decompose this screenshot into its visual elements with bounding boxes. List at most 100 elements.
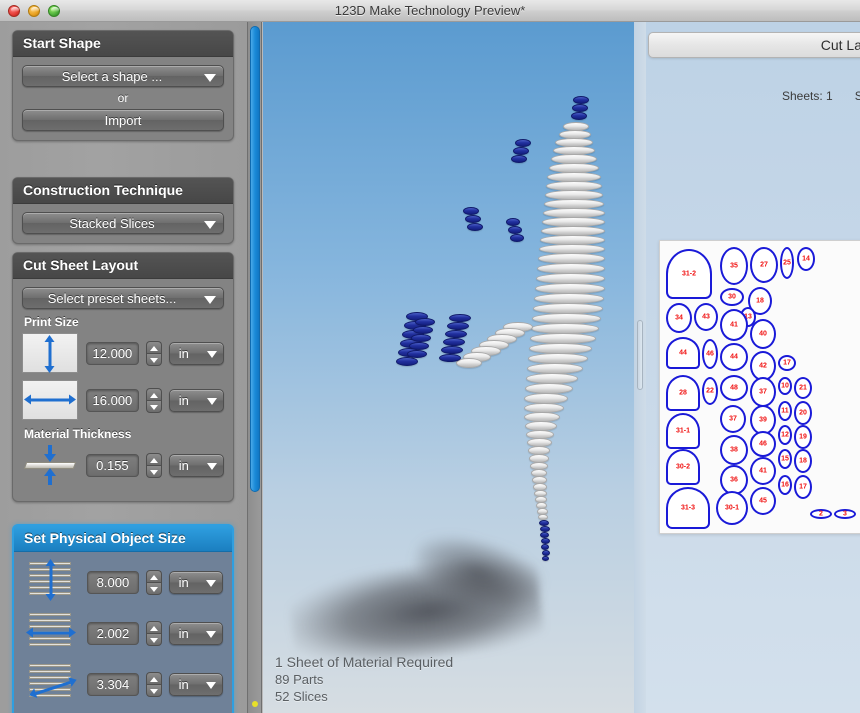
cut-part[interactable]: 44 [666,337,700,369]
preset-sheets-dropdown[interactable]: Select preset sheets... [22,287,224,309]
cut-part[interactable]: 16 [778,475,792,495]
technique-select-dropdown[interactable]: Stacked Slices [22,212,224,234]
material-thickness-input[interactable]: 0.155 [86,453,139,477]
cut-part-label: 21 [799,384,807,392]
cut-part-label: 46 [706,350,714,358]
object-height-stepper[interactable] [145,569,162,595]
material-thickness-unit-dropdown[interactable]: in [168,453,224,477]
model-slice [573,96,589,104]
cut-part[interactable]: 35 [720,247,748,285]
stepper-up-icon[interactable] [145,387,162,400]
cut-part-label: 31-1 [675,427,690,435]
stepper-down-icon[interactable] [145,352,162,366]
print-height-unit-dropdown[interactable]: in [168,341,224,365]
object-depth-unit-value: in [178,676,189,692]
cut-part[interactable]: 37 [750,377,776,407]
import-button[interactable]: Import [22,109,224,131]
cut-sheet-preview[interactable]: 31-2 35 27 25 14 30 18 13 34 43 41 40 44 46 44 42 17 28 22… [659,240,860,534]
vertical-arrow-icon [22,333,78,373]
cut-part-label: 30-1 [724,504,739,512]
cut-part[interactable]: 11 [778,401,792,421]
model-viewport[interactable]: 1 Sheet of Material Required 89 Parts 52… [263,22,634,713]
shape-select-dropdown[interactable]: Select a shape ... [22,65,224,87]
cut-part[interactable]: 2 [810,509,832,519]
stepper-down-icon[interactable] [145,632,162,646]
print-height-stepper[interactable] [145,340,162,366]
viewport-splitter[interactable] [634,22,646,713]
object-depth-unit-dropdown[interactable]: in [168,672,223,696]
object-height-input[interactable]: 8.000 [87,570,139,594]
object-width-input[interactable]: 2.002 [87,621,139,645]
status-sheets-required: 1 Sheet of Material Required [275,654,454,670]
print-height-input[interactable]: 12.000 [86,341,139,365]
sheets-count-label: Sheets: 1 [782,89,833,103]
stepper-down-icon[interactable] [145,464,162,478]
cut-part[interactable]: 14 [797,247,815,271]
tab-cut-layout[interactable]: Cut Lay [648,32,860,58]
model-slice [467,223,483,231]
cut-part[interactable]: 10 [778,377,792,395]
cut-part[interactable]: 31-3 [666,487,710,529]
cut-part[interactable]: 22 [702,377,718,405]
cut-part[interactable]: 34 [666,303,692,333]
cut-part[interactable]: 43 [694,303,718,331]
print-width-stepper[interactable] [145,387,162,413]
cut-part[interactable]: 41 [720,309,748,341]
cut-part-label: 25 [783,259,791,267]
print-width-input[interactable]: 16.000 [86,388,139,412]
print-width-unit-dropdown[interactable]: in [168,388,224,412]
cut-part[interactable]: 12 [778,425,792,445]
sidebar-scrollbar[interactable] [248,22,262,713]
cut-part[interactable]: 41 [750,457,776,485]
cut-part[interactable]: 30 [720,288,744,306]
cut-part-label: 2 [819,510,823,518]
cut-part[interactable]: 30-2 [666,449,700,485]
cut-part[interactable]: 20 [794,401,812,425]
stepper-down-icon[interactable] [145,581,162,595]
cut-part[interactable]: 48 [720,375,748,401]
cut-part[interactable]: 31-1 [666,413,700,449]
object-depth-stepper[interactable] [145,671,162,697]
stepper-down-icon[interactable] [145,683,162,697]
cut-part[interactable]: 18 [794,449,812,473]
cut-part[interactable]: 44 [720,343,748,371]
object-depth-input[interactable]: 3.304 [87,672,139,696]
cut-part[interactable]: 40 [750,319,776,349]
chevron-down-icon [207,462,217,470]
material-thickness-stepper[interactable] [145,452,162,478]
cut-part[interactable]: 17 [794,475,812,499]
model-slice [441,346,463,354]
cut-part[interactable]: 28 [666,375,700,411]
model-slice [506,218,520,226]
stepper-up-icon[interactable] [145,620,162,633]
window-title: 123D Make Technology Preview* [334,3,526,18]
sidebar-scrollbar-thumb[interactable] [250,26,260,492]
cut-part-label: 40 [759,330,767,338]
cut-part[interactable]: 19 [794,425,812,449]
cut-part[interactable]: 21 [794,377,812,399]
object-width-unit-dropdown[interactable]: in [168,621,223,645]
object-width-stepper[interactable] [145,620,162,646]
splitter-grip-handle[interactable] [637,320,643,390]
stepper-up-icon[interactable] [145,671,162,684]
cut-part[interactable]: 3 [834,509,856,519]
cut-part[interactable]: 38 [720,435,748,465]
cut-part[interactable]: 46 [702,339,718,369]
stepper-up-icon[interactable] [145,569,162,582]
object-height-unit-dropdown[interactable]: in [168,570,223,594]
cut-part[interactable]: 27 [750,247,778,283]
print-width-unit-value: in [178,392,189,408]
stepper-up-icon[interactable] [145,452,162,465]
cut-part[interactable]: 46 [750,431,776,457]
cut-part[interactable]: 30-1 [716,491,748,525]
cut-part[interactable]: 25 [780,247,794,279]
cut-part-label: 35 [730,262,738,270]
cut-part[interactable]: 45 [750,487,776,515]
cut-part[interactable]: 37 [720,405,746,433]
stepper-up-icon[interactable] [145,340,162,353]
cut-part[interactable]: 31-2 [666,249,712,299]
cut-part[interactable]: 15 [778,449,792,469]
stepper-down-icon[interactable] [145,399,162,413]
cut-part[interactable]: 17 [778,355,796,371]
group-construction-technique: Construction Technique Stacked Slices [12,177,234,244]
